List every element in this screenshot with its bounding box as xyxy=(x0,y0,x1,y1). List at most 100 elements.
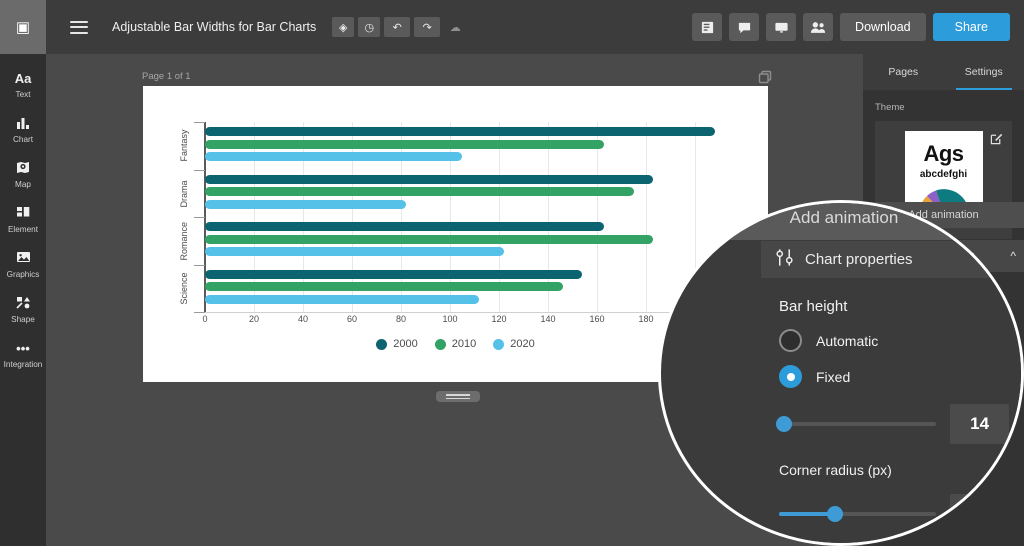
tab-settings[interactable]: Settings xyxy=(944,54,1024,90)
collaborators-icon[interactable] xyxy=(803,13,834,41)
chart-x-tick-label: 20 xyxy=(248,314,260,324)
saved-cloud-icon: ☁ xyxy=(449,21,461,34)
chart-x-tick-label: 80 xyxy=(395,314,407,324)
chart-bar[interactable] xyxy=(205,269,583,279)
bar-height-slider[interactable] xyxy=(775,416,937,432)
radio-option-automatic[interactable]: Automatic xyxy=(779,329,1009,352)
chart-bar[interactable] xyxy=(205,222,605,231)
sidebar-item-label: Text xyxy=(15,90,31,99)
legend-label: 2010 xyxy=(451,338,477,350)
chart-category-label: Fantasy xyxy=(179,129,189,162)
tab-pages[interactable]: Pages xyxy=(863,54,944,90)
chart-category-label: Drama xyxy=(179,179,189,207)
magnified-chart-properties-header[interactable]: Chart properties xyxy=(761,241,1021,278)
download-button[interactable]: Download xyxy=(840,13,926,41)
app-logo-button[interactable]: ▣ xyxy=(0,0,46,54)
present-icon[interactable] xyxy=(766,13,797,41)
chart-x-tick-label: 0 xyxy=(202,314,208,324)
toolbar-tools: ◈ ◷ ↶ ↷ ☁ xyxy=(332,17,466,37)
chart-x-tick-label: 160 xyxy=(589,314,605,324)
chart-category-separator xyxy=(194,312,205,313)
sidebar-item-element[interactable]: Element xyxy=(0,197,46,242)
chart-bar[interactable] xyxy=(205,139,605,149)
chart-gridline xyxy=(597,122,598,312)
sidebar-item-text[interactable]: Aa Text xyxy=(0,62,46,107)
toolbar-right-group: Download Share xyxy=(692,13,1024,41)
sidebar-item-map[interactable]: Map xyxy=(0,152,46,197)
help-question-icon[interactable]: ? xyxy=(994,512,1013,531)
sidebar-item-integration[interactable]: ••• Integration xyxy=(0,332,46,377)
integration-dots-icon: ••• xyxy=(16,341,30,356)
sidebar-item-label: Chart xyxy=(12,135,34,144)
canvas-resize-handle[interactable] xyxy=(436,391,480,402)
undo-icon[interactable]: ↶ xyxy=(384,17,411,37)
redo-icon[interactable]: ↷ xyxy=(414,17,441,37)
left-sidebar: Aa Text Chart Map Element Graphics Shape… xyxy=(0,54,46,546)
radio-automatic[interactable] xyxy=(779,329,802,352)
map-pin-icon xyxy=(0,161,46,177)
graphics-image-icon xyxy=(0,251,46,267)
chart-x-tick-label: 180 xyxy=(638,314,654,324)
chevron-up-icon[interactable] xyxy=(995,253,1013,267)
edit-theme-icon[interactable] xyxy=(990,132,1003,150)
corner-radius-label: Corner radius (px) xyxy=(779,462,892,478)
legend-color-dot xyxy=(376,338,388,350)
radio-automatic-label: Automatic xyxy=(816,332,879,349)
sidebar-item-graphics[interactable]: Graphics xyxy=(0,242,46,287)
chart-category-label: Romance xyxy=(179,221,189,261)
bar-height-value[interactable]: 14 xyxy=(950,404,1009,444)
sidebar-item-label: Element xyxy=(7,225,39,234)
chart-x-tick-label: 60 xyxy=(346,314,358,324)
chart-bar[interactable] xyxy=(205,199,406,209)
chart-gridline xyxy=(646,122,647,312)
application-window: ▣ Adjustable Bar Widths for Bar Charts ◈… xyxy=(0,0,1024,546)
chart-bar[interactable] xyxy=(205,174,654,184)
right-panel-tabs: Pages Settings xyxy=(863,54,1024,90)
chart-plot-area xyxy=(205,122,715,312)
history-clock-icon[interactable]: ◷ xyxy=(358,17,381,37)
notes-icon[interactable] xyxy=(692,13,723,41)
sidebar-item-shape[interactable]: Shape xyxy=(0,287,46,332)
tag-icon[interactable]: ◈ xyxy=(332,17,355,37)
chart-bar[interactable] xyxy=(205,127,715,136)
radio-fixed[interactable] xyxy=(779,365,802,388)
sidebar-item-chart[interactable]: Chart xyxy=(0,107,46,152)
corner-radius-slider-knob[interactable] xyxy=(827,506,844,522)
corner-radius-slider[interactable] xyxy=(779,506,937,522)
legend-color-dot xyxy=(434,338,446,350)
duplicate-page-icon[interactable] xyxy=(758,70,772,84)
legend-color-dot xyxy=(493,338,505,350)
corner-radius-slider-row: 17 xyxy=(779,494,1009,534)
chart-x-tick-label: 100 xyxy=(442,314,458,324)
bar-height-slider-knob[interactable] xyxy=(775,416,792,432)
legend-label: 2020 xyxy=(510,338,535,350)
document-title[interactable]: Adjustable Bar Widths for Bar Charts xyxy=(112,20,316,34)
magnifier-content: Add animation Chart properties Bar heigh… xyxy=(661,203,1021,543)
bar-height-label: Bar height xyxy=(779,298,848,315)
radio-fixed-label: Fixed xyxy=(816,368,851,385)
theme-section-label: Theme xyxy=(875,102,905,113)
chart-category-label: Science xyxy=(179,272,189,305)
sidebar-item-label: Graphics xyxy=(6,270,40,279)
legend-item[interactable]: 2010 xyxy=(434,338,477,350)
text-icon: Aa xyxy=(14,71,32,86)
chart-bar[interactable] xyxy=(205,152,463,161)
chart-x-tick-label: 40 xyxy=(297,314,309,324)
radio-option-fixed[interactable]: Fixed xyxy=(779,365,1009,388)
top-toolbar: ▣ Adjustable Bar Widths for Bar Charts ◈… xyxy=(0,0,1024,54)
chart-bar[interactable] xyxy=(205,282,563,291)
chart-bar[interactable] xyxy=(205,234,654,244)
magnified-add-animation-button[interactable]: Add animation xyxy=(661,203,1021,240)
chart-bar[interactable] xyxy=(205,294,480,304)
chart-category-separator xyxy=(194,264,205,266)
theme-sample-text: abcdefghi xyxy=(919,169,968,180)
bar-height-slider-row: 14 xyxy=(775,404,1009,444)
chart-bar[interactable] xyxy=(205,187,634,196)
chart-bar[interactable] xyxy=(205,247,504,256)
comment-icon[interactable] xyxy=(729,13,760,41)
hamburger-menu-icon[interactable] xyxy=(70,20,88,34)
share-button[interactable]: Share xyxy=(932,13,1010,41)
chart-category-separator xyxy=(194,169,205,171)
legend-item[interactable]: 2000 xyxy=(376,338,418,350)
legend-item[interactable]: 2020 xyxy=(493,338,535,350)
